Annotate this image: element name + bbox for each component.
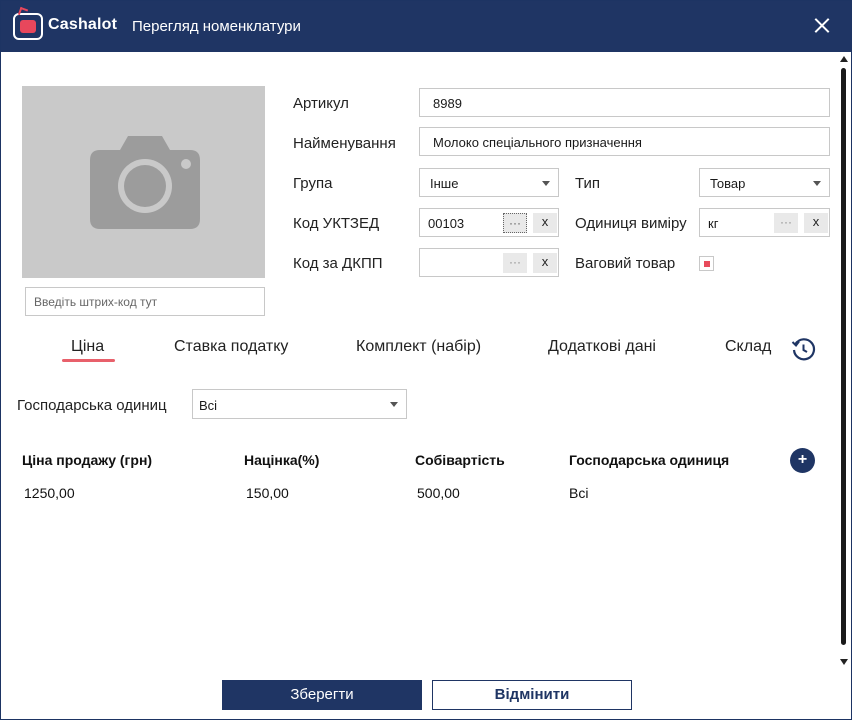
item-view-dialog: Cashalot Перегляд номенклатури Введіть ш… — [0, 0, 852, 720]
chevron-down-icon — [390, 402, 398, 407]
cashalot-logo-icon — [13, 6, 43, 40]
logo-text: Cashalot — [48, 16, 118, 33]
tab-additional-data[interactable]: Додаткові дані — [548, 338, 656, 356]
cell-cost: 500,00 — [417, 485, 460, 501]
save-button[interactable]: Зберегти — [222, 680, 422, 710]
close-button[interactable] — [809, 13, 835, 39]
group-select[interactable]: Інше — [419, 168, 559, 197]
active-tab-indicator — [62, 359, 115, 362]
vertical-scrollbar[interactable] — [839, 56, 849, 671]
scrollbar-thumb[interactable] — [841, 68, 846, 645]
unit-browse-button[interactable]: ··· — [774, 213, 798, 233]
cancel-button[interactable]: Відмінити — [432, 680, 632, 710]
col-header-markup: Націнка(%) — [244, 452, 320, 468]
uktzed-input[interactable]: 00103 ··· x — [419, 208, 559, 237]
barcode-input[interactable]: Введіть штрих-код тут — [25, 287, 265, 316]
scroll-down-arrow-icon[interactable] — [840, 659, 848, 665]
unit-clear-button[interactable]: x — [804, 213, 828, 233]
window-title: Перегляд номенклатури — [132, 18, 301, 35]
uktzed-value: 00103 — [428, 216, 465, 231]
business-unit-select[interactable]: Всі — [192, 389, 407, 419]
unit-label: Одиниця виміру — [575, 215, 687, 232]
dkpp-browse-button[interactable]: ··· — [503, 253, 527, 273]
camera-icon — [90, 136, 200, 229]
uktzed-clear-button[interactable]: x — [533, 213, 557, 233]
uktzed-label: Код УКТЗЕД — [293, 215, 380, 232]
type-select-value: Товар — [710, 176, 746, 191]
cell-sale-price: 1250,00 — [24, 485, 75, 501]
dkpp-label: Код за ДКПП — [293, 255, 383, 272]
weight-label: Ваговий товар — [575, 255, 676, 272]
col-header-sale-price: Ціна продажу (грн) — [22, 452, 153, 468]
type-label: Тип — [575, 175, 601, 192]
article-label: Артикул — [293, 95, 349, 112]
name-label: Найменування — [293, 135, 396, 152]
business-unit-select-value: Всі — [199, 398, 218, 413]
product-photo-placeholder[interactable] — [22, 86, 265, 278]
chevron-down-icon — [542, 181, 550, 186]
unit-value: кг — [708, 216, 719, 231]
tab-tax-rate[interactable]: Ставка податку — [174, 338, 288, 356]
tab-price[interactable]: Ціна — [71, 338, 104, 356]
history-icon[interactable] — [791, 337, 816, 362]
group-label: Група — [293, 175, 333, 192]
add-price-button[interactable]: + — [790, 448, 815, 473]
tab-kit[interactable]: Комплект (набір) — [356, 338, 481, 356]
cell-markup: 150,00 — [246, 485, 289, 501]
dkpp-clear-button[interactable]: x — [533, 253, 557, 273]
dkpp-input[interactable]: ··· x — [419, 248, 559, 277]
cell-business-unit: Всі — [569, 485, 589, 501]
article-input[interactable]: 8989 — [419, 88, 830, 117]
scroll-up-arrow-icon[interactable] — [840, 56, 848, 62]
weight-checkbox[interactable] — [699, 256, 714, 271]
type-select[interactable]: Товар — [699, 168, 830, 197]
titlebar: Cashalot Перегляд номенклатури — [1, 1, 851, 52]
chevron-down-icon — [813, 181, 821, 186]
name-input[interactable]: Молоко спеціального призначення — [419, 127, 830, 156]
business-unit-filter-label: Господарська одиниц — [17, 397, 167, 414]
col-header-cost: Собівартість — [415, 452, 505, 468]
unit-input[interactable]: кг ··· x — [699, 208, 830, 237]
group-select-value: Інше — [430, 176, 459, 191]
uktzed-browse-button[interactable]: ··· — [503, 213, 527, 233]
col-header-business-unit: Господарська одиниця — [569, 452, 730, 468]
tab-warehouse[interactable]: Склад — [725, 338, 771, 356]
